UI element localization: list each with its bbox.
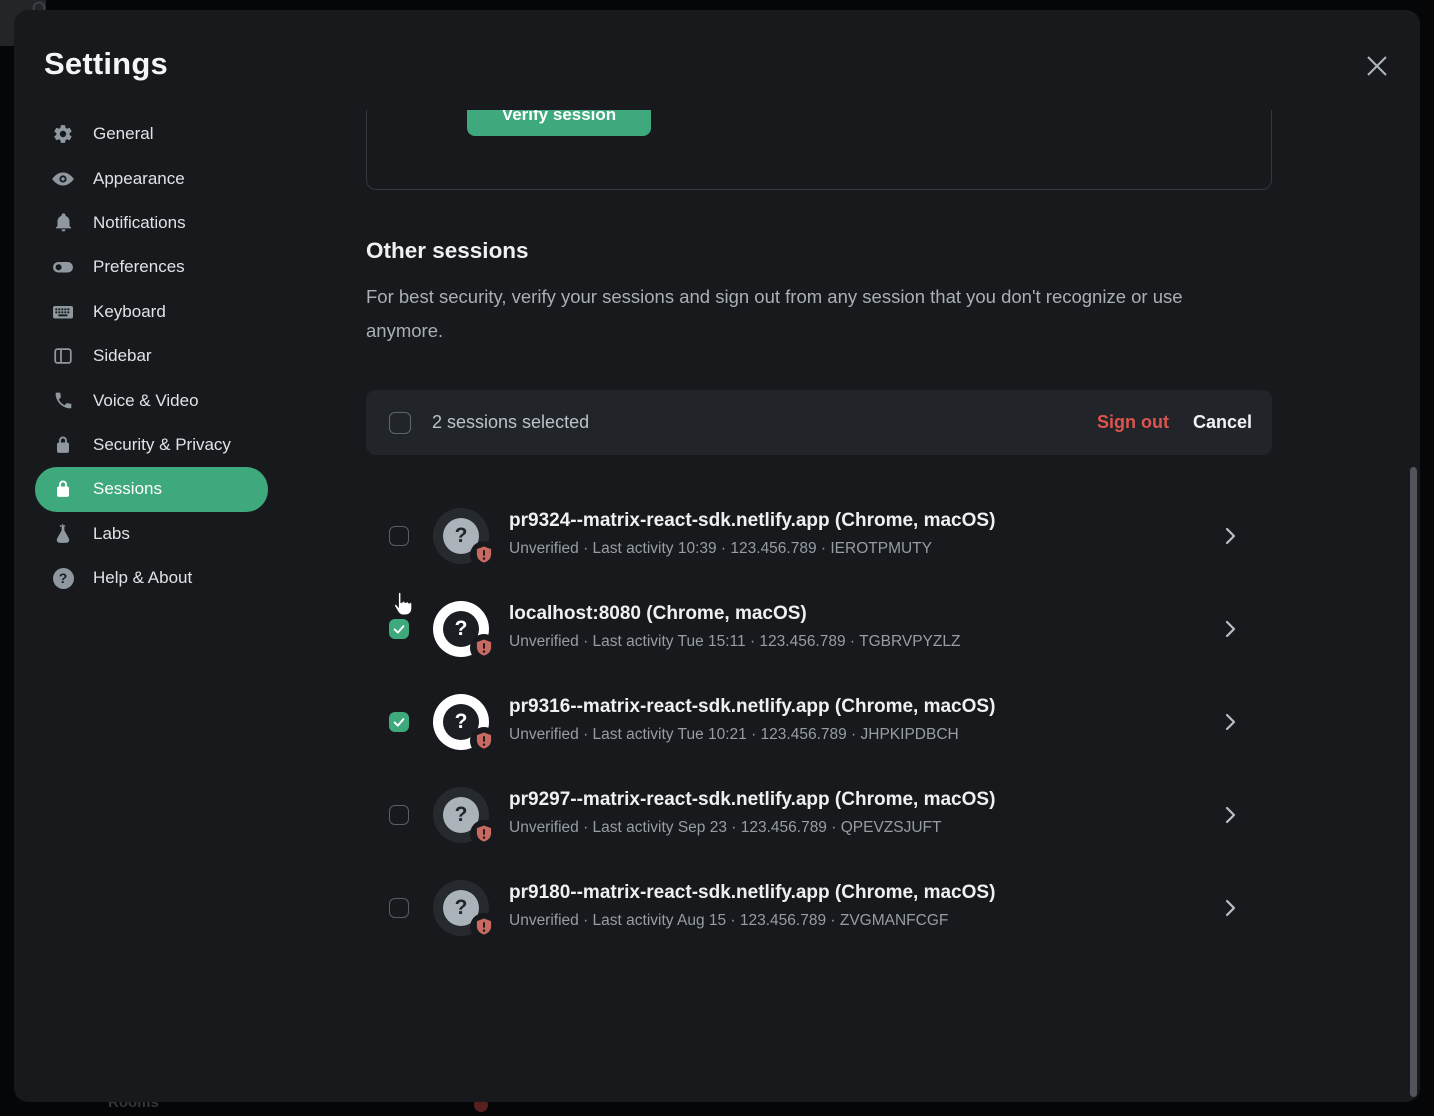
sidebar-item-label: General [93, 124, 153, 144]
sidebar-item-labs[interactable]: Labs [35, 512, 275, 556]
sessions-content: Verify session Other sessions For best s… [366, 110, 1272, 1102]
sidebar-item-general[interactable]: General [35, 112, 275, 156]
chevron-right-icon[interactable] [1218, 803, 1242, 827]
settings-sidebar: General Appearance Notifications Prefere… [35, 112, 275, 600]
sidebar-item-appearance[interactable]: Appearance [35, 156, 275, 200]
session-row[interactable]: ? pr9297--matrix-react-sdk.netlify.app (… [366, 777, 1272, 853]
keyboard-icon [51, 300, 75, 324]
session-checkbox[interactable] [389, 619, 409, 639]
sidebar-item-voice-video[interactable]: Voice & Video [35, 378, 275, 422]
close-icon [1364, 53, 1390, 79]
session-checkbox[interactable] [389, 712, 409, 732]
sidebar-item-label: Help & About [93, 568, 192, 588]
chevron-right-icon[interactable] [1218, 710, 1242, 734]
session-row[interactable]: ? pr9316--matrix-react-sdk.netlify.app (… [366, 684, 1272, 760]
session-name: pr9297--matrix-react-sdk.netlify.app (Ch… [509, 789, 995, 811]
session-details: Unverified · Last activity 10:39 · 123.4… [509, 540, 932, 558]
sidebar-layout-icon [51, 344, 75, 368]
session-row[interactable]: ? pr9180--matrix-react-sdk.netlify.app (… [366, 870, 1272, 946]
sidebar-item-notifications[interactable]: Notifications [35, 201, 275, 245]
session-name: localhost:8080 (Chrome, macOS) [509, 603, 807, 625]
session-avatar: ? [433, 508, 489, 564]
sidebar-item-label: Labs [93, 524, 130, 544]
toggle-icon [51, 255, 75, 279]
phone-icon [51, 389, 75, 413]
settings-dialog: Settings General Appearance [14, 10, 1420, 1102]
eye-icon [51, 167, 75, 191]
unverified-shield-icon [470, 634, 498, 662]
session-name: pr9324--matrix-react-sdk.netlify.app (Ch… [509, 510, 995, 532]
sidebar-item-label: Sidebar [93, 346, 152, 366]
sidebar-item-label: Preferences [93, 257, 185, 277]
unverified-shield-icon [470, 541, 498, 569]
sidebar-item-keyboard[interactable]: Keyboard [35, 290, 275, 334]
sidebar-item-label: Notifications [93, 213, 186, 233]
session-checkbox[interactable] [389, 526, 409, 546]
session-list: ? pr9324--matrix-react-sdk.netlify.app (… [366, 110, 1272, 1102]
sidebar-item-sidebar[interactable]: Sidebar [35, 334, 275, 378]
sidebar-item-security-privacy[interactable]: Security & Privacy [35, 423, 275, 467]
session-avatar: ? [433, 880, 489, 936]
sidebar-item-label: Appearance [93, 169, 185, 189]
sidebar-item-label: Sessions [93, 479, 162, 499]
chevron-right-icon[interactable] [1218, 896, 1242, 920]
sidebar-item-help-about[interactable]: ? Help & About [35, 556, 275, 600]
scrollbar[interactable] [1410, 467, 1417, 1097]
lock-icon [51, 477, 75, 501]
session-details: Unverified · Last activity Sep 23 · 123.… [509, 819, 941, 837]
session-checkbox[interactable] [389, 898, 409, 918]
page-title: Settings [44, 46, 168, 82]
lock-icon [51, 433, 75, 457]
chevron-right-icon[interactable] [1218, 617, 1242, 641]
sidebar-item-preferences[interactable]: Preferences [35, 245, 275, 289]
session-name: pr9180--matrix-react-sdk.netlify.app (Ch… [509, 882, 995, 904]
sidebar-item-sessions[interactable]: Sessions [35, 467, 268, 511]
unverified-shield-icon [470, 913, 498, 941]
session-details: Unverified · Last activity Aug 15 · 123.… [509, 912, 948, 930]
session-details: Unverified · Last activity Tue 10:21 · 1… [509, 726, 959, 744]
chevron-right-icon[interactable] [1218, 524, 1242, 548]
close-button[interactable] [1361, 51, 1393, 83]
sidebar-item-label: Keyboard [93, 302, 166, 322]
bell-icon [51, 211, 75, 235]
session-avatar: ? [433, 694, 489, 750]
gear-icon [51, 122, 75, 146]
help-icon: ? [51, 566, 75, 590]
unverified-shield-icon [470, 820, 498, 848]
sidebar-item-label: Security & Privacy [93, 435, 231, 455]
session-avatar: ? [433, 787, 489, 843]
app-screen: Rooms Settings General Appearance [0, 0, 1434, 1116]
unverified-shield-icon [470, 727, 498, 755]
session-name: pr9316--matrix-react-sdk.netlify.app (Ch… [509, 696, 995, 718]
session-checkbox[interactable] [389, 805, 409, 825]
flask-icon [51, 522, 75, 546]
session-avatar: ? [433, 601, 489, 657]
session-details: Unverified · Last activity Tue 15:11 · 1… [509, 633, 960, 651]
sidebar-item-label: Voice & Video [93, 391, 199, 411]
session-row[interactable]: ? pr9324--matrix-react-sdk.netlify.app (… [366, 498, 1272, 574]
session-row[interactable]: ? localhost:8080 (Chrome, macOS) Unverif… [366, 591, 1272, 667]
